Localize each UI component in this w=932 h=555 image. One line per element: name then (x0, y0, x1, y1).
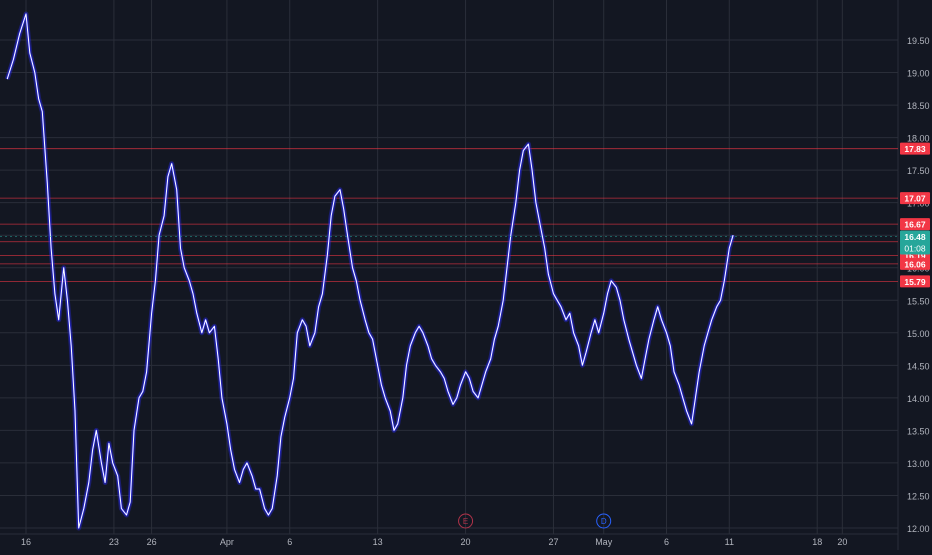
current-price-label: 16.48 (904, 232, 926, 242)
y-tick-label: 15.50 (907, 296, 930, 306)
x-tick-label: 13 (373, 537, 383, 547)
y-tick-label: 18.50 (907, 101, 930, 111)
y-tick-label: 12.50 (907, 491, 930, 501)
level-label: 16.06 (904, 259, 926, 269)
level-label: 17.07 (904, 194, 926, 204)
y-tick-label: 15.00 (907, 329, 930, 339)
level-label: 16.67 (904, 220, 926, 230)
chart-svg[interactable]: 12.00 12.50 13.00 13.50 14.00 14.50 15.00 15.50… (0, 0, 932, 550)
y-tick-label: 14.50 (907, 361, 930, 371)
x-tick-label: 6 (287, 537, 292, 547)
y-tick-label: 17.50 (907, 166, 930, 176)
x-tick-label: 18 (812, 537, 822, 547)
x-tick-label: 20 (461, 537, 471, 547)
level-label: 15.79 (904, 277, 926, 287)
countdown-label: 01:08 (904, 244, 926, 254)
x-tick-label: May (595, 537, 613, 547)
x-tick-label: 23 (109, 537, 119, 547)
y-tick-label: 12.00 (907, 524, 930, 534)
event-marker-label: D (601, 517, 607, 526)
x-tick-label: 11 (725, 537, 734, 547)
x-tick-label: Apr (220, 537, 234, 547)
y-tick-label: 13.00 (907, 459, 930, 469)
level-label: 17.83 (904, 144, 926, 154)
y-tick-label: 19.00 (907, 69, 930, 79)
x-tick-label: 26 (147, 537, 157, 547)
x-tick-label: 6 (664, 537, 669, 547)
x-tick-label: 20 (837, 537, 847, 547)
y-tick-label: 19.50 (907, 36, 930, 46)
event-marker-label: E (463, 517, 468, 526)
price-chart[interactable]: 12.00 12.50 13.00 13.50 14.00 14.50 15.00 15.50… (0, 0, 932, 550)
y-tick-label: 14.00 (907, 394, 930, 404)
y-tick-label: 18.00 (907, 134, 930, 144)
x-tick-label: 16 (21, 537, 31, 547)
x-tick-label: 27 (548, 537, 558, 547)
y-tick-label: 13.50 (907, 426, 930, 436)
